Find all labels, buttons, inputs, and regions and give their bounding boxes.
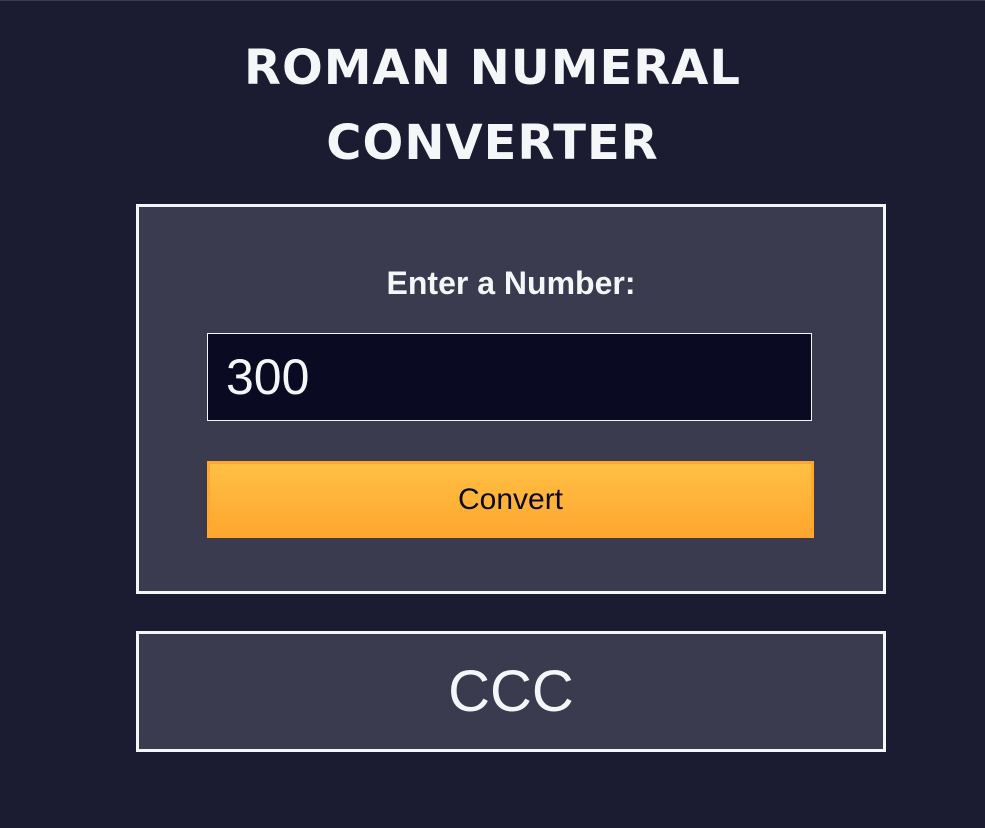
title-line-2: CONVERTER bbox=[326, 115, 659, 171]
number-label: Enter a Number: bbox=[386, 265, 636, 301]
convert-button[interactable]: Convert bbox=[207, 461, 814, 538]
output-display: CCC bbox=[136, 631, 886, 752]
converter-form: Enter a Number: Convert bbox=[136, 204, 886, 594]
number-input[interactable] bbox=[207, 333, 812, 421]
page-title: ROMAN NUMERAL CONVERTER bbox=[0, 31, 985, 181]
title-line-1: ROMAN NUMERAL bbox=[244, 40, 741, 96]
